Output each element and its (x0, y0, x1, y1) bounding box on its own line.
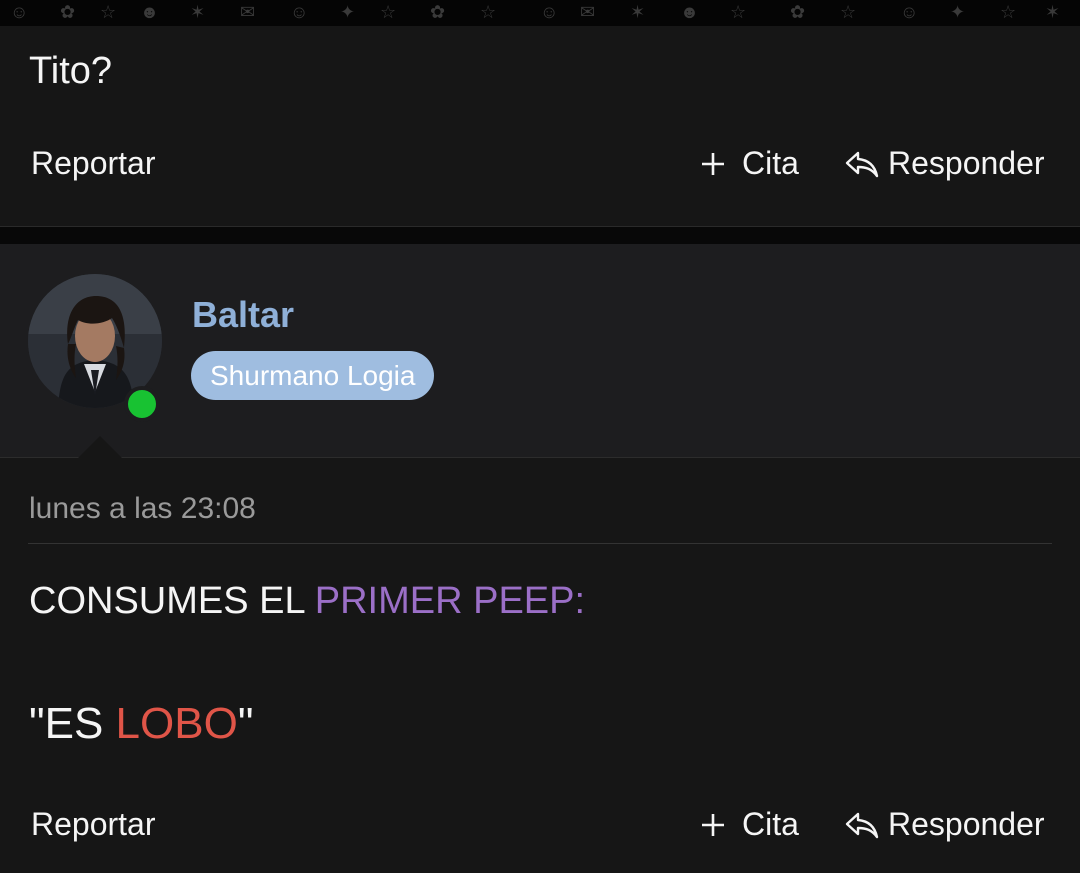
report-button[interactable]: Reportar (31, 806, 156, 843)
pattern-glyph: ✿ (430, 2, 446, 22)
pattern-glyph: ☆ (840, 2, 857, 22)
reply-arrow-icon (845, 151, 879, 177)
pattern-glyph: ☺ (540, 2, 559, 22)
pattern-glyph: ✦ (950, 2, 966, 22)
content-text: CONSUMES EL (29, 580, 315, 622)
pattern-glyph: ✉ (580, 2, 596, 22)
reply-label: Responder (888, 806, 1045, 842)
divider (28, 543, 1052, 544)
pattern-glyph: ☆ (100, 2, 117, 22)
plus-icon (702, 152, 724, 175)
pattern-glyph: ☆ (480, 2, 497, 22)
post: Baltar Shurmano Logia lunes a las 23:08 … (0, 244, 1080, 873)
post-actions: Reportar Cita Responder (0, 138, 1080, 188)
quote-button[interactable]: Cita (700, 145, 799, 182)
header-pointer (76, 436, 124, 460)
pattern-glyph: ☻ (140, 2, 159, 22)
pattern-glyph: ☻ (680, 2, 699, 22)
pattern-glyph: ☆ (1000, 2, 1017, 22)
post-user-header: Baltar Shurmano Logia (0, 244, 1080, 460)
post-content-line: CONSUMES EL PRIMER PEEP: (29, 580, 585, 623)
content-text: " (237, 699, 254, 748)
content-highlight-red: LOBO (115, 699, 238, 748)
content-text: "ES (29, 699, 116, 748)
post-timestamp[interactable]: lunes a las 23:08 (29, 492, 256, 526)
post-separator (0, 226, 1080, 244)
report-button[interactable]: Reportar (31, 145, 156, 182)
role-badge: Shurmano Logia (191, 351, 435, 400)
previous-post: Tito? Reportar Cita Responder (0, 26, 1080, 226)
pattern-glyph: ✶ (1045, 2, 1061, 22)
content-highlight-purple: PRIMER PEEP: (314, 580, 586, 622)
pattern-glyph: ☆ (380, 2, 397, 22)
pattern-glyph: ☺ (900, 2, 919, 22)
post-actions: Reportar Cita Responder (0, 799, 1080, 849)
pattern-glyph: ☆ (730, 2, 747, 22)
pattern-glyph: ✦ (340, 2, 356, 22)
pattern-glyph: ✶ (190, 2, 206, 22)
pattern-glyph: ✿ (790, 2, 806, 22)
pattern-glyph: ☺ (10, 2, 29, 22)
reply-button[interactable]: Responder (844, 145, 1045, 182)
pattern-glyph: ✉ (240, 2, 256, 22)
quote-label: Cita (742, 806, 799, 842)
quote-label: Cita (742, 145, 799, 181)
pattern-glyph: ☺ (290, 2, 309, 22)
quote-button[interactable]: Cita (700, 806, 799, 843)
plus-icon (702, 813, 724, 836)
reply-button[interactable]: Responder (844, 806, 1045, 843)
pattern-glyph: ✶ (630, 2, 646, 22)
online-status-indicator (124, 386, 160, 422)
post-content-line: "ES LOBO" (29, 699, 253, 749)
background-pattern-strip: ☺ ✿ ☆ ☻ ✶ ✉ ☺ ✦ ☆ ✿ ☆ ☺ ✉ ✶ ☻ ☆ ✿ ☆ ☺ ✦ … (0, 0, 1080, 26)
reply-label: Responder (888, 145, 1045, 181)
reply-arrow-icon (845, 812, 879, 838)
pattern-glyph: ✿ (60, 2, 76, 22)
post-message: Tito? (29, 50, 113, 92)
author-name[interactable]: Baltar (192, 294, 294, 336)
